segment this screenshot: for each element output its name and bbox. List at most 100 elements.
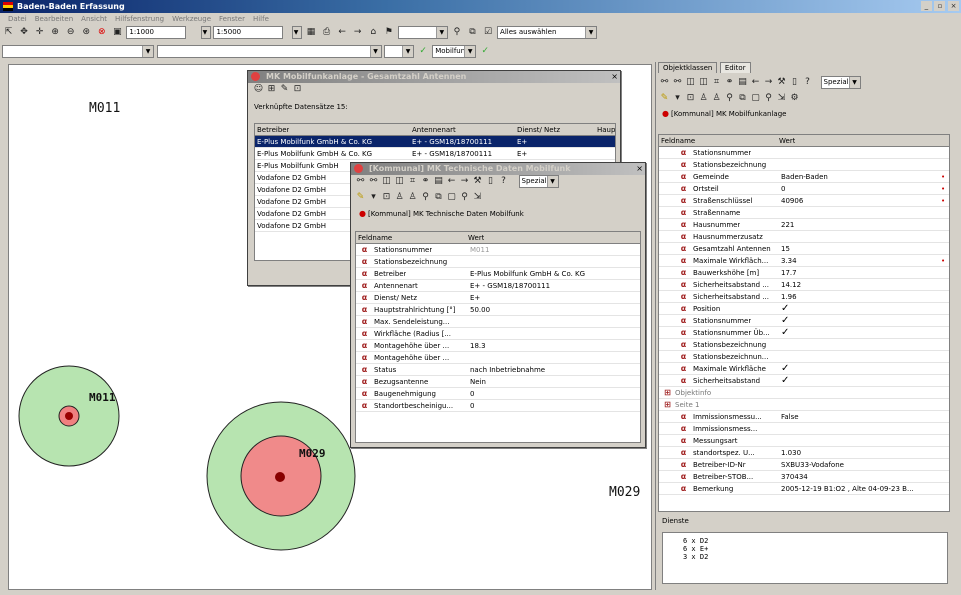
filter-icon[interactable]: ⚯ bbox=[367, 175, 380, 188]
layer-icon[interactable]: ▦ bbox=[305, 26, 318, 39]
back-icon[interactable]: ← bbox=[336, 26, 349, 39]
field-value[interactable]: ✓ bbox=[779, 363, 789, 374]
table-row[interactable]: α standortspez. U... 1.030 bbox=[659, 447, 949, 459]
copy2-icon[interactable]: ⧉ bbox=[736, 92, 749, 105]
field-value[interactable]: E-Plus Mobilfunk GmbH & Co. KG bbox=[468, 268, 585, 279]
table-row[interactable]: α Montagehöhe über ... 18.3 bbox=[356, 340, 640, 352]
panel-header-cell[interactable]: Feldname bbox=[659, 135, 695, 146]
nav-icon[interactable]: ◫ bbox=[380, 175, 393, 188]
users2-icon[interactable]: ♙ bbox=[710, 92, 723, 105]
new-icon[interactable]: ▾ bbox=[671, 92, 684, 105]
table-row[interactable]: α Baugenehmigung 0 bbox=[356, 388, 640, 400]
layer-combo[interactable]: Mobilfunk ▼ bbox=[432, 45, 477, 58]
attach-icon[interactable]: ⊡ bbox=[684, 92, 697, 105]
magnify-icon[interactable]: ⚲ bbox=[419, 191, 432, 204]
table-row[interactable]: E-Plus Mobilfunk GmbH & Co. KG E+ - GSM18… bbox=[255, 148, 615, 160]
table-row[interactable]: α Wirkfläche (Radius [... bbox=[356, 328, 640, 340]
filter-icon[interactable]: ⚯ bbox=[671, 76, 684, 89]
win2-close-icon[interactable]: × bbox=[636, 163, 643, 175]
table-row[interactable]: α Bezugsantenne Nein bbox=[356, 376, 640, 388]
table-row[interactable]: α Bemerkung 2005-12-19 B1:O2 , Alte 04-09-… bbox=[659, 483, 949, 495]
table-icon[interactable]: ▤ bbox=[432, 175, 445, 188]
field-value[interactable]: E+ - GSM18/18700111 bbox=[468, 280, 550, 291]
win1-header-cell[interactable]: Haupts bbox=[595, 124, 615, 135]
field-value[interactable]: ✓ bbox=[779, 375, 789, 386]
table-row[interactable]: E-Plus Mobilfunk GmbH & Co. KG E+ - GSM18… bbox=[255, 136, 615, 148]
menu-item-3[interactable]: Hilfsfenstrung bbox=[115, 15, 164, 23]
users-icon[interactable]: ♙ bbox=[697, 92, 710, 105]
filter-combo-2[interactable]: ▼ bbox=[156, 45, 382, 58]
table-row[interactable]: ⊞ Seite 1 bbox=[659, 399, 949, 411]
table-row[interactable]: α Stationsbezeichnung bbox=[659, 339, 949, 351]
field-value[interactable]: Nein bbox=[468, 376, 486, 387]
doc-icon[interactable]: ▯ bbox=[484, 175, 497, 188]
filter-combo-3[interactable]: ▼ bbox=[384, 45, 415, 58]
win1-header-cell[interactable]: Betreiber bbox=[255, 124, 289, 135]
field-value[interactable]: nach Inbetriebnahme bbox=[468, 364, 545, 375]
copy2-icon[interactable]: ⧉ bbox=[432, 191, 445, 204]
field-value[interactable]: 1.96 bbox=[779, 291, 797, 302]
table-row[interactable]: α Straßenname bbox=[659, 207, 949, 219]
field-value[interactable]: E+ bbox=[468, 292, 480, 303]
stop-icon[interactable]: ⊗ bbox=[95, 26, 108, 39]
help-icon[interactable]: ? bbox=[801, 76, 814, 89]
restore-icon[interactable]: ▫ bbox=[934, 1, 946, 11]
pan-icon[interactable]: ✥ bbox=[18, 26, 31, 39]
next-icon[interactable]: → bbox=[458, 175, 471, 188]
win2-titlebar[interactable]: [Kommunal] MK Technische Daten Mobilfunk… bbox=[351, 163, 645, 175]
magnify-icon[interactable]: ⚲ bbox=[723, 92, 736, 105]
field-value[interactable]: 3.34 bbox=[779, 255, 797, 266]
menu-item-4[interactable]: Werkzeuge bbox=[172, 15, 211, 23]
table-row[interactable]: α Sicherheitsabstand ... 1.96 bbox=[659, 291, 949, 303]
table-row[interactable]: ⊞ Objektinfo bbox=[659, 387, 949, 399]
table-row[interactable]: α Stationsnummer ✓ bbox=[659, 315, 949, 327]
prev-icon[interactable]: ← bbox=[445, 175, 458, 188]
win1-tool-4-icon[interactable]: ⊡ bbox=[291, 83, 304, 96]
home-icon[interactable]: ⌂ bbox=[367, 26, 380, 39]
find-icon[interactable]: ⚭ bbox=[723, 76, 736, 89]
search-combo[interactable]: ▼ bbox=[397, 26, 448, 39]
close-icon[interactable]: × bbox=[948, 1, 959, 11]
filter-combo-1[interactable]: ▼ bbox=[2, 45, 154, 58]
pin-icon[interactable]: ⚲ bbox=[458, 191, 471, 204]
table-row[interactable]: α Sicherheitsabstand ... 14.12 bbox=[659, 279, 949, 291]
table-row[interactable]: α Gemeinde Baden-Baden • bbox=[659, 171, 949, 183]
attach-icon[interactable]: ⊡ bbox=[380, 191, 393, 204]
scale2-dropdown[interactable]: ▼ bbox=[292, 26, 303, 39]
field-value[interactable]: 15 bbox=[779, 243, 790, 254]
table-row[interactable]: α Max. Sendeleistung... bbox=[356, 316, 640, 328]
win1-tool-3-icon[interactable]: ✎ bbox=[278, 83, 291, 96]
menu-item-5[interactable]: Fenster bbox=[219, 15, 245, 23]
field-value[interactable]: 2005-12-19 B1:O2 , Alte 04-09-23 B... bbox=[779, 483, 914, 494]
win2-header-cell[interactable]: Wert bbox=[466, 232, 484, 243]
field-value[interactable]: 50.00 bbox=[468, 304, 490, 315]
tab-editor[interactable]: Editor bbox=[719, 62, 751, 73]
extra-icon[interactable]: ⚙ bbox=[788, 92, 801, 105]
table-row[interactable]: α Stationsnummer M011 bbox=[356, 244, 640, 256]
table-row[interactable]: α Bauwerkshöhe [m] 17.7 bbox=[659, 267, 949, 279]
win1-titlebar[interactable]: MK Mobilfunkanlage - Gesamtzahl Antennen… bbox=[248, 71, 620, 83]
chart-icon[interactable]: ⌗ bbox=[710, 76, 723, 89]
binoculars-icon[interactable]: ⚯ bbox=[658, 76, 671, 89]
table-row[interactable]: α Maximale Wirkfläch... 3.34 • bbox=[659, 255, 949, 267]
table-row[interactable]: α Hausnummerzusatz bbox=[659, 231, 949, 243]
check-icon[interactable]: ✓ bbox=[417, 45, 430, 58]
move-icon[interactable]: ✛ bbox=[33, 26, 46, 39]
field-value[interactable]: SXBU33-Vodafone bbox=[779, 459, 844, 470]
win1-close-icon[interactable]: × bbox=[611, 71, 618, 83]
table-row[interactable]: α Antennenart E+ - GSM18/18700111 bbox=[356, 280, 640, 292]
table-row[interactable]: α Immissionsmess... bbox=[659, 423, 949, 435]
tab-objektklassen[interactable]: Objektklassen bbox=[658, 62, 718, 73]
win1-tool-1-icon[interactable]: ☺ bbox=[252, 83, 265, 96]
field-value[interactable]: 40906 bbox=[779, 195, 803, 206]
edit-icon[interactable]: ✎ bbox=[354, 191, 367, 204]
table-row[interactable]: α Stationsbezeichnung bbox=[356, 256, 640, 268]
station-m029[interactable] bbox=[275, 472, 285, 482]
table-row[interactable]: α Betreiber E-Plus Mobilfunk GmbH & Co. KG bbox=[356, 268, 640, 280]
print-icon[interactable]: ⎙ bbox=[320, 26, 333, 39]
table-row[interactable]: α Montagehöhe über ... bbox=[356, 352, 640, 364]
table-row[interactable]: α Betreiber-STOB... 370434 bbox=[659, 471, 949, 483]
menu-item-1[interactable]: Bearbeiten bbox=[35, 15, 73, 23]
prev-icon[interactable]: ← bbox=[749, 76, 762, 89]
station-m011[interactable] bbox=[65, 412, 73, 420]
